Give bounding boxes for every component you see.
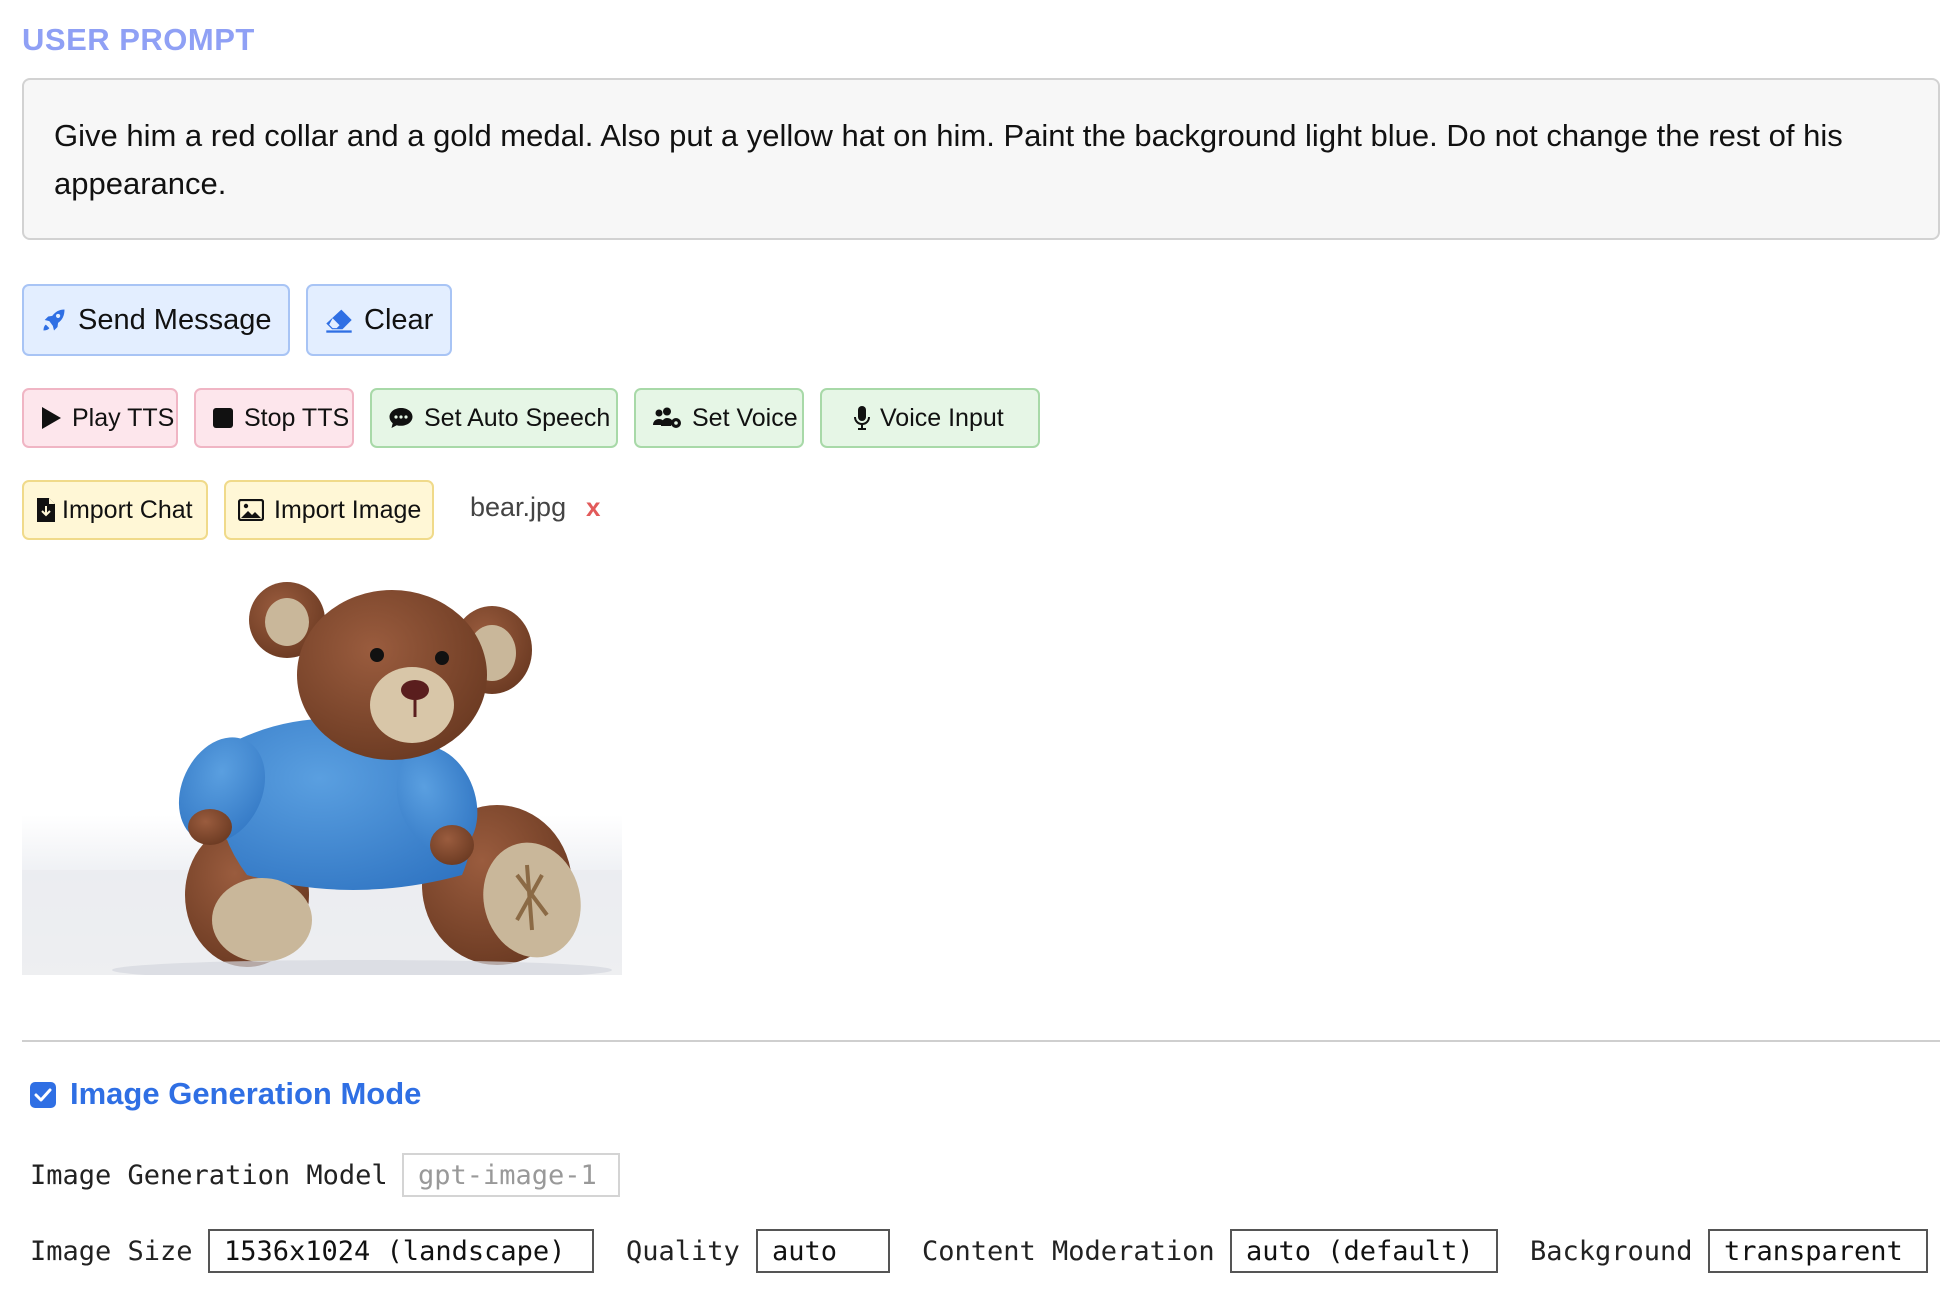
file-import-icon xyxy=(37,498,55,522)
section-label: USER PROMPT xyxy=(22,22,255,57)
stop-icon xyxy=(213,408,233,428)
send-message-label: Send Message xyxy=(78,303,272,336)
checkmark-icon xyxy=(34,1088,52,1102)
play-tts-label: Play TTS xyxy=(72,403,175,432)
speech-bubble-icon xyxy=(389,408,413,428)
import-chat-button[interactable]: Import Chat xyxy=(22,480,208,540)
play-icon xyxy=(42,407,61,429)
send-message-button[interactable]: Send Message xyxy=(22,284,290,356)
import-chat-label: Import Chat xyxy=(62,495,193,524)
image-size-select[interactable]: 1536x1024 (landscape) xyxy=(208,1229,594,1273)
voice-input-button[interactable]: Voice Input xyxy=(820,388,1040,448)
attached-filename: bear.jpg xyxy=(470,492,567,522)
import-image-label: Import Image xyxy=(274,495,422,524)
microphone-icon xyxy=(854,406,870,430)
quality-label: Quality xyxy=(626,1236,740,1267)
image-icon xyxy=(238,499,264,521)
users-gear-icon xyxy=(653,407,681,428)
background-select[interactable]: transparent xyxy=(1708,1229,1928,1273)
set-voice-label: Set Voice xyxy=(692,403,798,432)
play-tts-button[interactable]: Play TTS xyxy=(22,388,178,448)
model-label: Image Generation Model xyxy=(30,1160,388,1191)
attached-image-preview xyxy=(22,575,622,975)
moderation-select[interactable]: auto (default) xyxy=(1230,1229,1498,1273)
stop-tts-button[interactable]: Stop TTS xyxy=(194,388,354,448)
rocket-icon xyxy=(43,309,65,331)
image-mode-checkbox[interactable] xyxy=(30,1082,56,1108)
image-mode-label: Image Generation Mode xyxy=(70,1076,422,1111)
set-voice-button[interactable]: Set Voice xyxy=(634,388,804,448)
background-label: Background xyxy=(1530,1236,1693,1267)
clear-label: Clear xyxy=(364,303,434,336)
voice-input-label: Voice Input xyxy=(880,403,1004,432)
set-auto-speech-button[interactable]: Set Auto Speech xyxy=(370,388,618,448)
model-field: gpt-image-1 xyxy=(402,1153,620,1197)
image-size-label: Image Size xyxy=(30,1236,193,1267)
app-root: USER PROMPT Give him a red collar and a … xyxy=(0,0,1960,1310)
divider xyxy=(22,1040,1940,1042)
prompt-text[interactable]: Give him a red collar and a gold medal. … xyxy=(22,78,1940,240)
stop-tts-label: Stop TTS xyxy=(244,403,350,432)
import-image-button[interactable]: Import Image xyxy=(224,480,434,540)
set-auto-speech-label: Set Auto Speech xyxy=(424,403,611,432)
eraser-icon xyxy=(326,309,352,333)
clear-button[interactable]: Clear xyxy=(306,284,452,356)
moderation-label: Content Moderation xyxy=(922,1236,1215,1267)
remove-attachment-button[interactable]: x xyxy=(586,492,600,523)
quality-select[interactable]: auto xyxy=(756,1229,890,1273)
